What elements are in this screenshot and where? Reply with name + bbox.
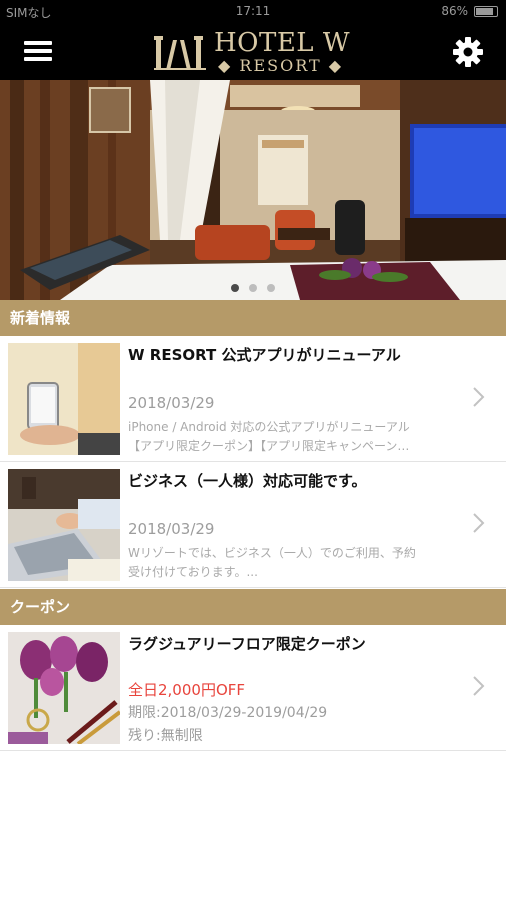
news-desc-line: Wリゾートでは、ビジネス（一人）でのご利用、予約 [128, 546, 416, 560]
news-description: Wリゾートでは、ビジネス（一人）でのご利用、予約 受け付けております。... [128, 544, 458, 582]
chevron-right-icon [473, 676, 485, 696]
news-title: ビジネス（一人様）対応可能です。 [128, 472, 367, 490]
news-item[interactable]: W RESORT 公式アプリがリニューアル 2018/03/29 iPhone … [0, 336, 506, 462]
coupon-period: 期限:2018/03/29-2019/04/29 [128, 705, 328, 721]
coupon-section-header: クーポン [0, 589, 506, 625]
clock: 17:11 [235, 4, 271, 18]
news-desc-line: 受け付けております。... [128, 565, 258, 579]
news-item[interactable]: ビジネス（一人様）対応可能です。 2018/03/29 Wリゾートでは、ビジネス… [0, 462, 506, 588]
logo-mark-icon [154, 36, 206, 70]
logo-title: HOTEL W [214, 28, 351, 58]
logo-subtitle: ◆ RESORT ◆ [218, 56, 344, 75]
coupon-discount: 全日2,000円OFF [128, 681, 246, 699]
news-thumbnail [8, 343, 120, 455]
hotel-logo: HOTEL W ◆ RESORT ◆ [154, 28, 354, 76]
hamburger-icon[interactable] [24, 39, 52, 63]
news-date: 2018/03/29 [128, 520, 215, 538]
hero-carousel[interactable] [0, 80, 506, 300]
carousel-dot[interactable] [267, 284, 275, 292]
news-desc-line: iPhone / Android 対応の公式アプリがリニューアル [128, 420, 410, 434]
carousel-dot[interactable] [231, 284, 239, 292]
carousel-dot[interactable] [249, 284, 257, 292]
chevron-right-icon [473, 387, 485, 407]
news-section-header: 新着情報 [0, 300, 506, 336]
chevron-right-icon [473, 513, 485, 533]
battery-percent: 86% [441, 4, 468, 18]
battery-icon [474, 5, 498, 17]
news-thumbnail [8, 469, 120, 581]
hotel-room-image [0, 80, 506, 300]
app-header: HOTEL W ◆ RESORT ◆ [0, 24, 506, 80]
news-title: W RESORT 公式アプリがリニューアル [128, 346, 401, 364]
coupon-remaining: 残り:無制限 [128, 728, 203, 744]
news-desc-line: 【アプリ限定クーポン】【アプリ限定キャンペーン… [128, 439, 410, 453]
status-bar: SIMなし 17:11 86% [0, 0, 506, 24]
status-right: 86% [441, 4, 498, 18]
coupon-thumbnail [8, 632, 120, 744]
coupon-item[interactable]: ラグジュアリーフロア限定クーポン 全日2,000円OFF 期限:2018/03/… [0, 625, 506, 751]
news-description: iPhone / Android 対応の公式アプリがリニューアル 【アプリ限定ク… [128, 418, 458, 456]
news-date: 2018/03/29 [128, 394, 215, 412]
carousel-dots [0, 284, 506, 292]
gear-icon[interactable] [452, 36, 484, 68]
coupon-title: ラグジュアリーフロア限定クーポン [128, 635, 366, 653]
